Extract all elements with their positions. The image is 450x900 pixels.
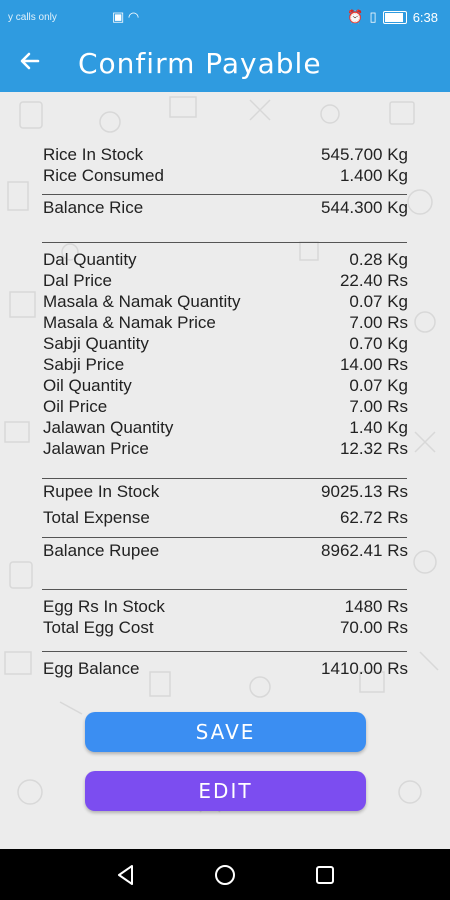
row-value: 0.07 Kg bbox=[349, 376, 408, 395]
row-value: 1410.00 Rs bbox=[321, 659, 408, 678]
row-total-expense: Total Expense 62.72 Rs bbox=[43, 507, 408, 528]
row-value: 14.00 Rs bbox=[339, 355, 408, 374]
row-label: Dal Price bbox=[43, 271, 112, 290]
row-value: 7.00 Rs bbox=[349, 397, 408, 416]
row-sabji-quantity: Sabji Quantity 0.70 Kg bbox=[43, 333, 408, 354]
row-rice-in-stock: Rice In Stock 545.700 Kg bbox=[43, 144, 408, 165]
divider bbox=[42, 651, 407, 652]
clock: 6:38 bbox=[412, 9, 438, 25]
row-label: Egg Balance bbox=[43, 659, 140, 678]
row-label: Jalawan Price bbox=[43, 439, 149, 458]
row-value: 544.300 Kg bbox=[321, 198, 408, 217]
row-label: Jalawan Quantity bbox=[43, 418, 174, 437]
wifi-icon: ◠ bbox=[127, 9, 140, 24]
row-label: Rice Consumed bbox=[43, 166, 164, 185]
content-area: Rice In Stock 545.700 Kg Rice Consumed 1.4… bbox=[0, 92, 450, 849]
network-icons: ▣ ◠ bbox=[112, 9, 139, 25]
row-sabji-price: Sabji Price 14.00 Rs bbox=[43, 354, 408, 375]
row-value: 0.28 Kg bbox=[349, 250, 408, 269]
row-dal-quantity: Dal Quantity 0.28 Kg bbox=[43, 249, 408, 270]
row-value: 0.07 Kg bbox=[349, 292, 408, 311]
row-label: Masala & Namak Price bbox=[43, 313, 216, 332]
row-rupee-in-stock: Rupee In Stock 9025.13 Rs bbox=[43, 481, 408, 502]
status-right: ⏰ ▯ 6:38 bbox=[347, 9, 438, 25]
row-oil-quantity: Oil Quantity 0.07 Kg bbox=[43, 375, 408, 396]
page-title: Confirm Payable bbox=[78, 47, 322, 80]
divider bbox=[42, 478, 407, 479]
divider bbox=[42, 589, 407, 590]
battery-icon bbox=[382, 10, 407, 24]
row-value: 1.400 Kg bbox=[339, 166, 408, 185]
square-recents-icon[interactable] bbox=[311, 861, 339, 889]
row-label: Total Egg Cost bbox=[43, 618, 154, 637]
row-label: Sabji Price bbox=[43, 355, 125, 374]
row-label: Balance Rupee bbox=[43, 541, 160, 560]
system-nav-bar bbox=[0, 849, 450, 900]
row-egg-rs-in-stock: Egg Rs In Stock 1480 Rs bbox=[43, 596, 408, 617]
divider bbox=[42, 537, 407, 538]
row-jalawan-quantity: Jalawan Quantity 1.40 Kg bbox=[43, 417, 408, 438]
row-jalawan-price: Jalawan Price 12.32 Rs bbox=[43, 438, 408, 459]
row-value: 12.32 Rs bbox=[339, 439, 408, 458]
app-bar: Confirm Payable bbox=[0, 36, 450, 92]
row-total-egg-cost: Total Egg Cost 70.00 Rs bbox=[43, 617, 408, 638]
row-value: 62.72 Rs bbox=[339, 508, 408, 527]
row-value: 8962.41 Rs bbox=[321, 541, 408, 560]
row-value: 1480 Rs bbox=[344, 597, 408, 616]
status-bar: y calls only ▣ ◠ ⏰ ▯ 6:38 bbox=[0, 0, 450, 36]
vibrate-icon: ▯ bbox=[369, 9, 377, 24]
save-button[interactable]: SAVE bbox=[85, 712, 366, 752]
row-masala-price: Masala & Namak Price 7.00 Rs bbox=[43, 312, 408, 333]
row-label: Masala & Namak Quantity bbox=[43, 292, 241, 311]
row-oil-price: Oil Price 7.00 Rs bbox=[43, 396, 408, 417]
row-label: Oil Price bbox=[43, 397, 108, 416]
row-value: 7.00 Rs bbox=[349, 313, 408, 332]
triangle-back-icon[interactable] bbox=[112, 861, 140, 889]
row-value: 0.70 Kg bbox=[349, 334, 408, 353]
row-egg-balance: Egg Balance 1410.00 Rs bbox=[43, 658, 408, 679]
row-label: Oil Quantity bbox=[43, 376, 132, 395]
edit-button[interactable]: EDIT bbox=[85, 771, 366, 811]
row-value: 1.40 Kg bbox=[349, 418, 408, 437]
row-label: Balance Rice bbox=[43, 198, 144, 217]
divider bbox=[42, 242, 407, 243]
sim-icon: ▣ bbox=[112, 9, 125, 24]
alarm-icon: ⏰ bbox=[347, 9, 364, 24]
row-balance-rice: Balance Rice 544.300 Kg bbox=[43, 197, 408, 218]
row-dal-price: Dal Price 22.40 Rs bbox=[43, 270, 408, 291]
carrier-text: y calls only bbox=[8, 12, 57, 23]
divider bbox=[42, 194, 407, 195]
row-label: Rice In Stock bbox=[43, 145, 144, 164]
row-label: Sabji Quantity bbox=[43, 334, 149, 353]
row-balance-rupee: Balance Rupee 8962.41 Rs bbox=[43, 540, 408, 561]
row-value: 545.700 Kg bbox=[321, 145, 408, 164]
row-value: 9025.13 Rs bbox=[321, 482, 408, 501]
row-masala-quantity: Masala & Namak Quantity 0.07 Kg bbox=[43, 291, 408, 312]
row-label: Egg Rs In Stock bbox=[43, 597, 165, 616]
row-label: Rupee In Stock bbox=[43, 482, 160, 501]
row-value: 22.40 Rs bbox=[339, 271, 408, 290]
row-value: 70.00 Rs bbox=[339, 618, 408, 637]
row-label: Dal Quantity bbox=[43, 250, 137, 269]
row-rice-consumed: Rice Consumed 1.400 Kg bbox=[43, 165, 408, 186]
row-label: Total Expense bbox=[43, 508, 150, 527]
circle-home-icon[interactable] bbox=[211, 861, 239, 889]
arrow-left-icon[interactable] bbox=[18, 49, 42, 80]
